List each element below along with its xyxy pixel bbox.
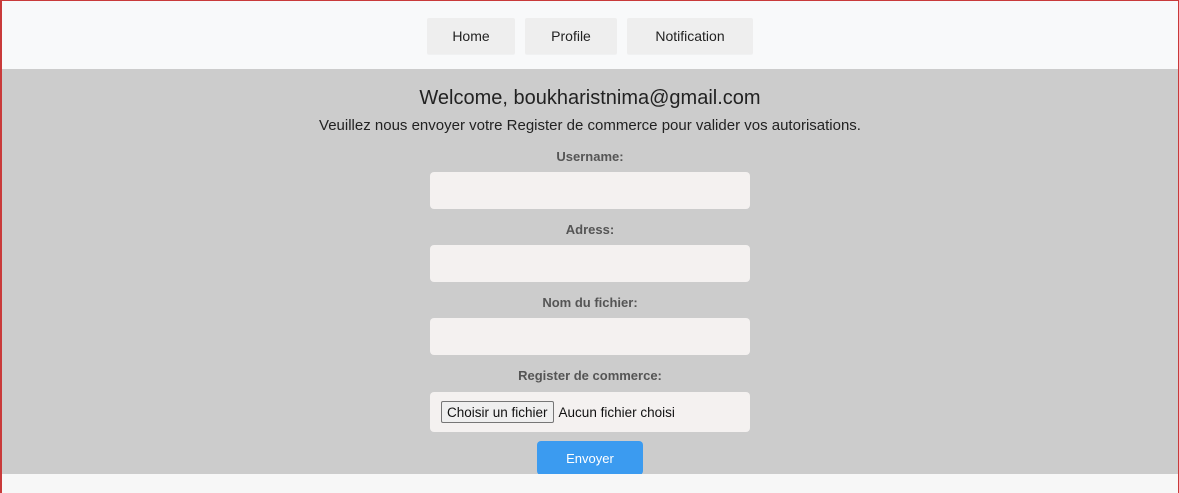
nav-profile-button[interactable]: Profile <box>525 18 617 54</box>
username-label: Username: <box>556 149 624 164</box>
file-upload-field: Choisir un fichier Aucun fichier choisi <box>430 392 750 432</box>
choose-file-button[interactable]: Choisir un fichier <box>441 401 554 423</box>
username-input[interactable] <box>430 172 750 209</box>
submit-button[interactable]: Envoyer <box>537 441 643 475</box>
register-form: Username: Adress: Nom du fichier: Regist… <box>430 149 750 475</box>
top-navbar: Home Profile Notification <box>2 1 1178 69</box>
file-status-text: Aucun fichier choisi <box>558 404 675 420</box>
filename-input[interactable] <box>430 318 750 355</box>
nav-notification-button[interactable]: Notification <box>627 18 753 54</box>
instructions-text: Veuillez nous envoyer votre Register de … <box>319 117 861 134</box>
address-label: Adress: <box>565 222 615 237</box>
app-window: Home Profile Notification Welcome, boukh… <box>0 0 1179 493</box>
main-panel: Welcome, boukharistnima@gmail.com Veuill… <box>2 69 1178 475</box>
nav-home-button[interactable]: Home <box>427 18 515 54</box>
filename-label: Nom du fichier: <box>542 295 638 310</box>
welcome-heading: Welcome, boukharistnima@gmail.com <box>419 87 761 109</box>
footer-strip <box>2 474 1178 493</box>
address-input[interactable] <box>430 245 750 282</box>
register-commerce-label: Register de commerce: <box>518 368 662 383</box>
